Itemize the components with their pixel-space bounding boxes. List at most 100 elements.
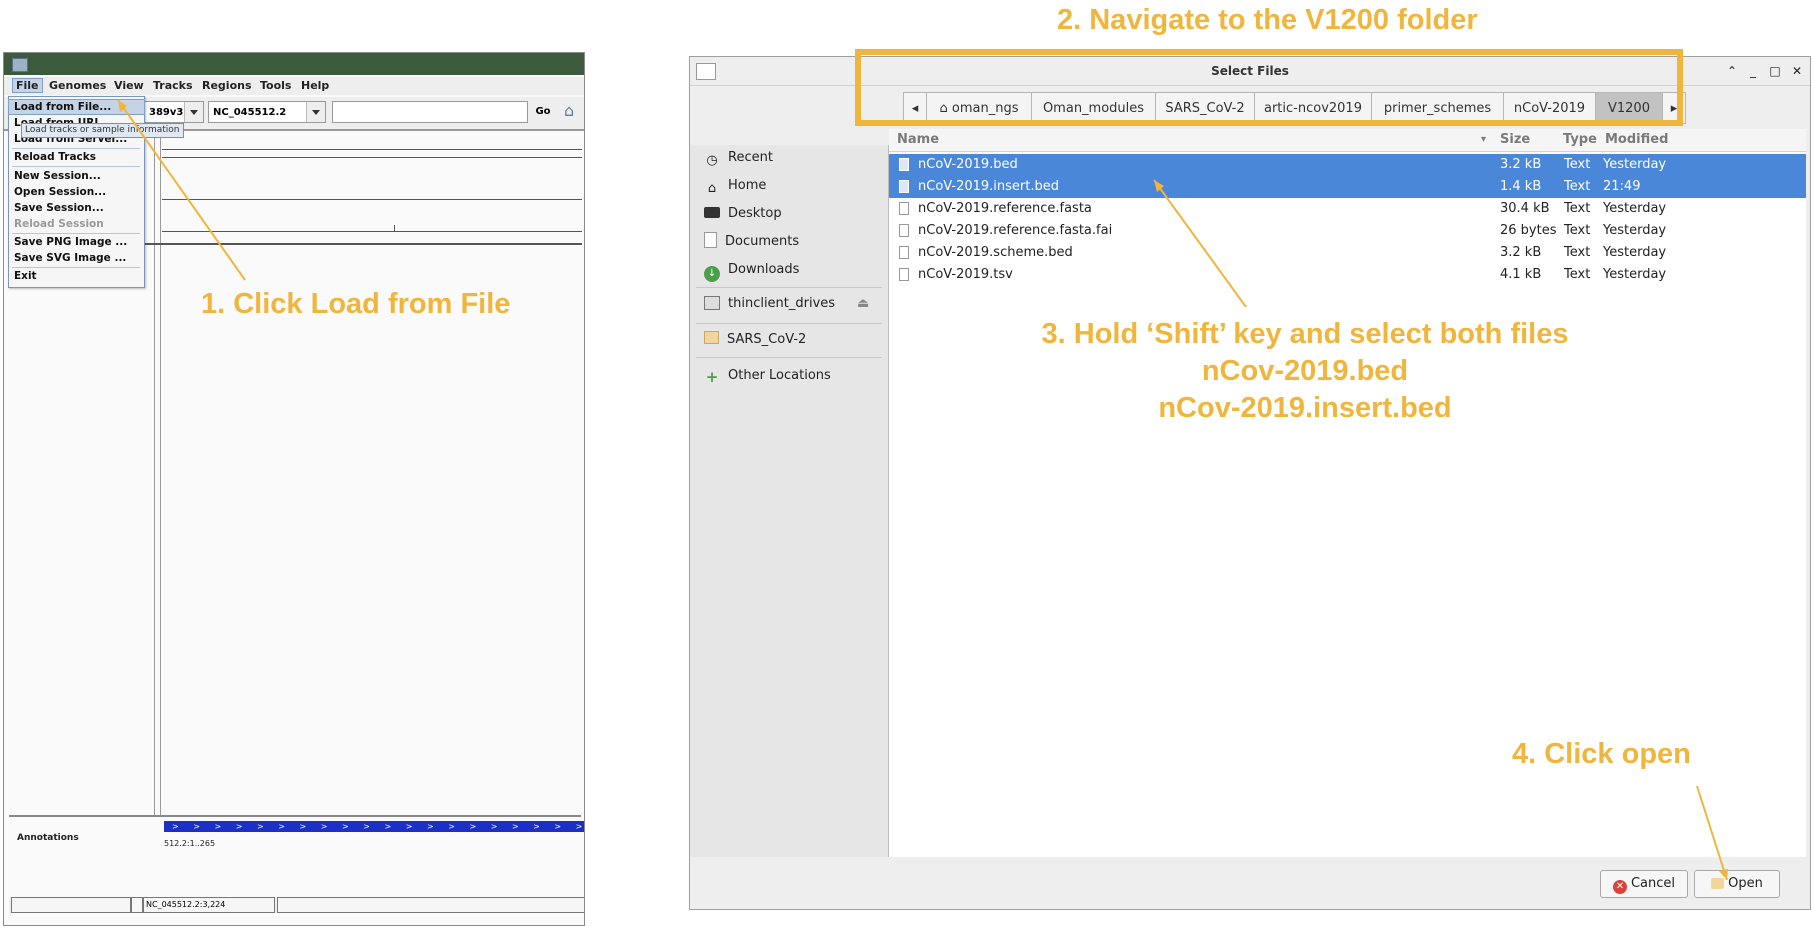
- annotation-step3-line3: nCov-2019.insert.bed: [1158, 392, 1452, 424]
- drive-icon: [704, 296, 720, 310]
- file-row[interactable]: nCoV-2019.tsv 4.1 kB Text Yesterday: [889, 264, 1806, 286]
- column-type[interactable]: Type: [1563, 132, 1597, 147]
- chromosome-dropdown[interactable]: NC_045512.2: [208, 101, 326, 123]
- file-row[interactable]: nCoV-2019.bed 3.2 kB Text Yesterday: [889, 154, 1806, 176]
- column-size[interactable]: Size: [1500, 132, 1530, 147]
- file-modified: Yesterday: [1603, 267, 1667, 282]
- file-modified: Yesterday: [1603, 201, 1667, 216]
- annotation-step2: 2. Navigate to the V1200 folder: [1057, 4, 1478, 36]
- go-button[interactable]: Go: [532, 101, 554, 123]
- eject-icon[interactable]: ⏏: [857, 293, 869, 315]
- chromosome-value: NC_045512.2: [213, 107, 287, 118]
- menu-item-reload-tracks[interactable]: Reload Tracks: [9, 150, 144, 164]
- genome-dropdown[interactable]: 389v3): [144, 101, 204, 123]
- sidebar-item-home[interactable]: ⌂ Home: [704, 175, 767, 197]
- sidebar-item-recent[interactable]: ◷ Recent: [704, 147, 773, 169]
- annotation-track-panel: Annotations > > > > > > > > > > > > > > …: [9, 815, 584, 879]
- breadcrumb-highlight-box: [855, 49, 1683, 126]
- sidebar-item-label: Downloads: [728, 262, 800, 277]
- menu-item-reload-session: Reload Session: [14, 218, 104, 230]
- menu-item-open-session[interactable]: Open Session...: [9, 185, 144, 199]
- menu-item-new-session[interactable]: New Session...: [9, 169, 144, 183]
- file-icon: [899, 158, 909, 171]
- status-box: [131, 897, 143, 913]
- file-icon: [899, 246, 909, 259]
- file-row[interactable]: nCoV-2019.reference.fasta 30.4 kB Text Y…: [889, 198, 1806, 220]
- menu-file[interactable]: File: [12, 78, 43, 93]
- folder-icon: [704, 331, 719, 344]
- file-size: 3.2 kB: [1500, 157, 1542, 172]
- sidebar-item-thinclient-drives[interactable]: thinclient_drives ⏏: [704, 293, 880, 315]
- menu-item-exit[interactable]: Exit: [9, 269, 144, 283]
- file-modified: Yesterday: [1603, 245, 1667, 260]
- file-row[interactable]: nCoV-2019.reference.fasta.fai 26 bytes T…: [889, 220, 1806, 242]
- gene-feature-label: 512.2:1..265: [164, 839, 216, 848]
- menu-item-save-png[interactable]: Save PNG Image ...: [9, 235, 144, 249]
- sidebar-separator: [696, 287, 882, 288]
- sort-chevron-down-icon: ▾: [1481, 134, 1487, 145]
- igv-logo-icon: [12, 58, 28, 72]
- status-box: [11, 897, 131, 913]
- file-row[interactable]: nCoV-2019.scheme.bed 3.2 kB Text Yesterd…: [889, 242, 1806, 264]
- annotations-label: Annotations: [17, 833, 79, 843]
- track-line: [144, 243, 582, 245]
- sidebar-item-label: SARS_CoV-2: [727, 332, 807, 347]
- sidebar-item-documents[interactable]: Documents: [704, 231, 799, 253]
- menu-item-save-svg[interactable]: Save SVG Image ...: [9, 251, 144, 265]
- minimize-icon[interactable]: _: [1745, 63, 1761, 79]
- file-type: Text: [1564, 201, 1591, 216]
- chevron-up-icon[interactable]: ⌃: [1724, 63, 1740, 79]
- annotation-step3-line1: 3. Hold ‘Shift’ key and select both file…: [1041, 318, 1569, 350]
- sidebar-separator: [696, 357, 882, 358]
- sidebar-item-label: Desktop: [728, 206, 782, 221]
- track-line: [162, 199, 582, 200]
- genome-dropdown-value: 389v3): [149, 107, 188, 118]
- file-type: Text: [1564, 223, 1591, 238]
- menu-regions[interactable]: Regions: [202, 79, 252, 92]
- maximize-icon[interactable]: □: [1767, 63, 1783, 79]
- file-icon: [899, 224, 909, 237]
- open-label: Open: [1728, 876, 1763, 891]
- open-button[interactable]: Open: [1694, 870, 1780, 898]
- plus-icon: +: [705, 368, 719, 386]
- sidebar-item-desktop[interactable]: Desktop: [704, 203, 782, 225]
- annotation-step3-line2: nCov-2019.bed: [1201, 355, 1409, 387]
- file-size: 30.4 kB: [1500, 201, 1550, 216]
- sidebar-item-other-locations[interactable]: + Other Locations: [704, 365, 831, 387]
- menu-tools[interactable]: Tools: [260, 79, 291, 92]
- file-icon: [899, 202, 909, 215]
- menu-tracks[interactable]: Tracks: [153, 79, 193, 92]
- dialog-footer: ✕ Cancel Open: [690, 857, 1810, 909]
- menu-separator: [12, 233, 140, 234]
- file-list: Name ▾ Size Type Modified nCoV-2019.bed …: [889, 129, 1806, 907]
- igv-titlebar: [4, 53, 584, 75]
- menu-genomes[interactable]: Genomes: [49, 79, 106, 92]
- sidebar-item-downloads[interactable]: ↓ Downloads: [704, 259, 800, 282]
- gene-feature[interactable]: > > > > > > > > > > > > > > > > > > > > …: [164, 821, 584, 832]
- cancel-button[interactable]: ✕ Cancel: [1600, 870, 1688, 898]
- file-name: nCoV-2019.tsv: [918, 267, 1013, 282]
- track-line: [162, 231, 582, 232]
- sidebar-item-sars-cov-2[interactable]: SARS_CoV-2: [704, 329, 806, 351]
- menu-item-load-from-file[interactable]: Load from File...: [8, 99, 145, 115]
- chevron-down-icon: [184, 102, 203, 122]
- load-tooltip: Load tracks or sample information: [21, 123, 184, 138]
- igv-divider: [160, 131, 161, 871]
- file-name: nCoV-2019.bed: [918, 157, 1018, 172]
- file-row[interactable]: nCoV-2019.insert.bed 1.4 kB Text 21:49: [889, 176, 1806, 198]
- locus-search-input[interactable]: [332, 101, 528, 123]
- menu-help[interactable]: Help: [301, 79, 329, 92]
- column-modified[interactable]: Modified: [1605, 132, 1668, 147]
- file-type: Text: [1564, 245, 1591, 260]
- home-icon[interactable]: ⌂: [564, 103, 582, 119]
- folder-icon: [1711, 878, 1725, 889]
- download-icon: ↓: [704, 266, 720, 282]
- column-name[interactable]: Name: [897, 132, 939, 147]
- menu-item-save-session[interactable]: Save Session...: [9, 201, 144, 215]
- file-icon: [899, 268, 909, 281]
- igv-menubar: File Genomes View Tracks Regions Tools H…: [4, 77, 584, 95]
- close-icon[interactable]: ✕: [1789, 63, 1805, 79]
- menu-view[interactable]: View: [114, 79, 144, 92]
- home-icon: ⌂: [707, 181, 717, 196]
- sidebar-item-label: Documents: [725, 234, 800, 249]
